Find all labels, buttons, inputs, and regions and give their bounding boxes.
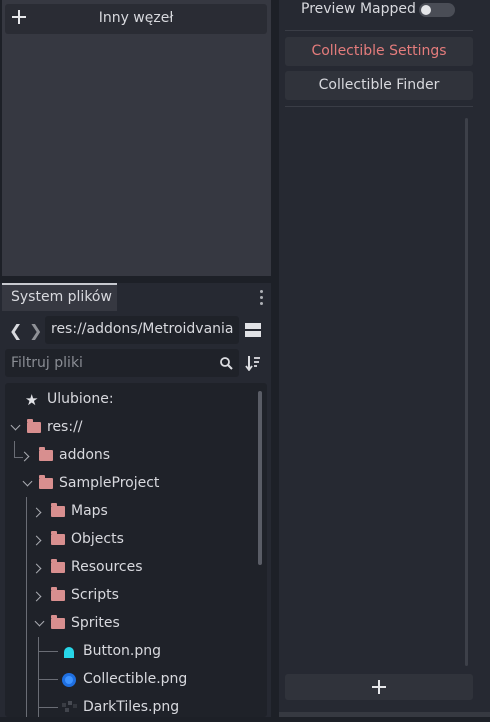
collectible-panel bbox=[279, 0, 490, 717]
bottom-bar bbox=[279, 712, 490, 717]
button-sprite-icon bbox=[64, 647, 74, 658]
chevron-right-icon[interactable] bbox=[31, 507, 42, 518]
folder-icon bbox=[39, 475, 53, 489]
tree-scrollbar[interactable] bbox=[258, 391, 262, 565]
tree-item-label: addons bbox=[59, 447, 111, 463]
tree-item-label: Scripts bbox=[71, 587, 119, 603]
preview-mapped-label: Preview Mapped bbox=[301, 1, 416, 17]
tree-item-label: res:// bbox=[47, 419, 83, 435]
tree-item-label: Button.png bbox=[83, 643, 161, 659]
toggle-knob bbox=[421, 5, 431, 15]
tileset-sprite-icon bbox=[62, 701, 77, 712]
tab-label: System plików bbox=[11, 289, 112, 305]
favorites-label: Ulubione: bbox=[47, 391, 114, 407]
split-layout-icon[interactable] bbox=[245, 322, 261, 338]
chevron-down-icon[interactable] bbox=[10, 420, 21, 431]
tree-item-resources[interactable]: Resources bbox=[11, 554, 261, 582]
forward-icon[interactable]: ❯ bbox=[29, 321, 43, 340]
filter-input[interactable] bbox=[5, 349, 217, 377]
sort-icon[interactable] bbox=[245, 355, 261, 371]
tab-filesystem[interactable]: System plików bbox=[2, 283, 117, 311]
tree-item-sprites[interactable]: Sprites bbox=[11, 610, 261, 638]
folder-icon bbox=[51, 559, 65, 573]
tree-item-label: Resources bbox=[71, 559, 143, 575]
collectible-finder-button[interactable]: Collectible Finder bbox=[285, 71, 473, 100]
chevron-right-icon[interactable] bbox=[31, 563, 42, 574]
filter-files-field[interactable] bbox=[5, 349, 239, 377]
file-tree[interactable]: ★ Ulubione: res:// addons SampleProject … bbox=[5, 383, 267, 717]
chevron-right-icon[interactable] bbox=[19, 451, 30, 462]
add-button[interactable] bbox=[285, 674, 473, 700]
path-field[interactable]: res://addons/Metroidvania bbox=[45, 316, 239, 344]
tree-item-label: Maps bbox=[71, 503, 108, 519]
path-text: res://addons/Metroidvania bbox=[51, 321, 234, 337]
scrollbar[interactable] bbox=[465, 118, 468, 666]
folder-icon bbox=[39, 447, 53, 461]
folder-icon bbox=[27, 419, 41, 433]
add-node-button[interactable]: Inny węzeł bbox=[5, 4, 267, 34]
favorites-item[interactable]: ★ Ulubione: bbox=[11, 386, 261, 414]
preview-mapped-toggle[interactable] bbox=[419, 3, 455, 17]
folder-icon bbox=[51, 503, 65, 517]
separator bbox=[285, 30, 473, 31]
collectible-sprite-icon bbox=[62, 673, 76, 687]
tree-item-label: SampleProject bbox=[59, 475, 160, 491]
chevron-down-icon[interactable] bbox=[34, 616, 45, 627]
tree-item-scripts[interactable]: Scripts bbox=[11, 582, 261, 610]
back-icon[interactable]: ❮ bbox=[9, 321, 23, 340]
tree-item-label: Objects bbox=[71, 531, 124, 547]
tree-item-label: Collectible.png bbox=[83, 671, 188, 687]
tree-item-label: DarkTiles.png bbox=[83, 699, 180, 715]
tree-item-button-png[interactable]: Button.png bbox=[11, 638, 261, 666]
folder-icon bbox=[51, 615, 65, 629]
search-icon bbox=[220, 357, 233, 370]
menu-dots-icon[interactable] bbox=[259, 289, 265, 305]
chevron-right-icon[interactable] bbox=[31, 591, 42, 602]
tree-item-label: Sprites bbox=[71, 615, 120, 631]
collectible-settings-button[interactable]: Collectible Settings bbox=[285, 37, 473, 66]
tree-item-collectible-png[interactable]: Collectible.png bbox=[11, 666, 261, 694]
separator bbox=[285, 106, 473, 107]
star-icon: ★ bbox=[25, 391, 39, 409]
tree-item-maps[interactable]: Maps bbox=[11, 498, 261, 526]
add-node-label: Inny węzeł bbox=[98, 10, 174, 26]
tree-item-res[interactable]: res:// bbox=[10, 414, 261, 442]
chevron-down-icon[interactable] bbox=[22, 476, 33, 487]
scene-panel bbox=[2, 0, 271, 276]
chevron-right-icon[interactable] bbox=[31, 535, 42, 546]
folder-icon bbox=[51, 531, 65, 545]
tree-item-addons[interactable]: addons bbox=[11, 442, 261, 470]
tree-item-sampleproject[interactable]: SampleProject bbox=[11, 470, 261, 498]
tree-item-darktiles-png[interactable]: DarkTiles.png bbox=[11, 694, 261, 722]
plus-icon bbox=[372, 680, 386, 694]
folder-icon bbox=[51, 587, 65, 601]
tree-item-objects[interactable]: Objects bbox=[11, 526, 261, 554]
